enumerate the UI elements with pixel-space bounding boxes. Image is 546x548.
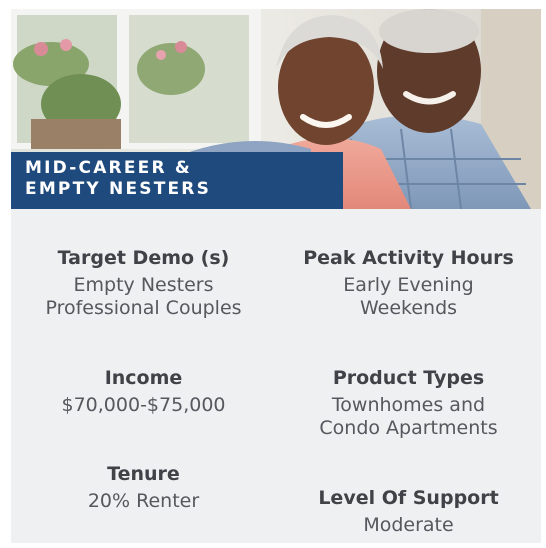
segment-title-line-2: EMPTY NESTERS <box>25 179 212 199</box>
segment-title-line-1: MID-CAREER & <box>25 158 192 178</box>
peak-activity-value-2: Weekends <box>359 297 458 319</box>
target-demo-value-2: Professional Couples <box>45 297 242 319</box>
income-value: $70,000-$75,000 <box>61 394 226 416</box>
product-types-block: Product Types Townhomes and Condo Apartm… <box>276 366 541 440</box>
peak-activity-block: Peak Activity Hours Early Evening Weeken… <box>276 246 541 320</box>
segment-title-banner: MID-CAREER & EMPTY NESTERS <box>11 152 343 209</box>
target-demo-block: Target Demo (s) Empty Nesters Profession… <box>11 246 276 320</box>
target-demo-value-1: Empty Nesters <box>73 274 214 296</box>
target-demo-label: Target Demo (s) <box>57 247 230 269</box>
tenure-label: Tenure <box>107 463 180 485</box>
product-types-value-2: Condo Apartments <box>319 417 498 439</box>
level-of-support-label: Level Of Support <box>318 487 499 509</box>
tenure-block: Tenure 20% Renter <box>11 462 276 513</box>
attribute-grid: Target Demo (s) Empty Nesters Profession… <box>11 209 541 543</box>
income-block: Income $70,000-$75,000 <box>11 366 276 417</box>
level-of-support-value: Moderate <box>363 514 454 536</box>
income-label: Income <box>104 367 183 389</box>
product-types-value-1: Townhomes and <box>331 394 486 416</box>
persona-card: MID-CAREER & EMPTY NESTERS Target Demo (… <box>11 9 541 543</box>
level-of-support-block: Level Of Support Moderate <box>276 486 541 537</box>
tenure-value: 20% Renter <box>87 490 200 512</box>
product-types-label: Product Types <box>332 367 485 389</box>
peak-activity-value-1: Early Evening <box>343 274 474 296</box>
peak-activity-label: Peak Activity Hours <box>303 247 514 269</box>
